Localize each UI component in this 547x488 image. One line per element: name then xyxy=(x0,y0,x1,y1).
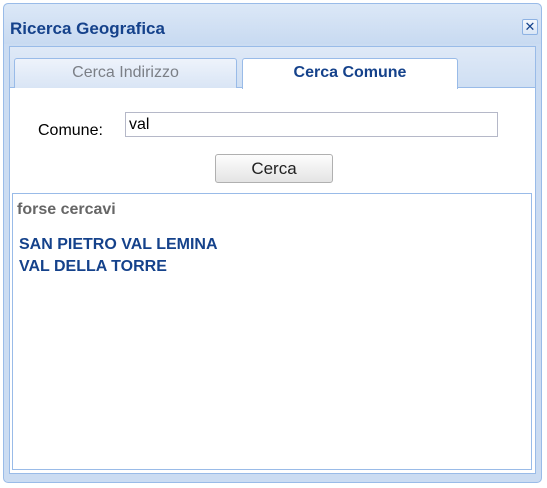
comune-label: Comune: xyxy=(38,122,103,139)
suggestion-list: SAN PIETRO VAL LEMINA VAL DELLA TORRE xyxy=(19,234,218,278)
results-box: forse cercavi SAN PIETRO VAL LEMINA VAL … xyxy=(12,193,532,470)
results-heading: forse cercavi xyxy=(17,201,116,218)
window-titlebar[interactable]: Ricerca Geografica ✕ xyxy=(4,4,541,44)
window-title: Ricerca Geografica xyxy=(10,19,165,38)
comune-input[interactable] xyxy=(125,112,498,137)
close-icon[interactable]: ✕ xyxy=(522,19,538,35)
tab-panel: Cerca Indirizzo Cerca Comune Comune: Cer… xyxy=(9,46,536,474)
geo-search-window: Ricerca Geografica ✕ Cerca Indirizzo Cer… xyxy=(3,3,542,483)
tab-strip: Cerca Indirizzo Cerca Comune xyxy=(10,47,535,89)
search-button[interactable]: Cerca xyxy=(215,154,333,183)
tab-cerca-indirizzo[interactable]: Cerca Indirizzo xyxy=(14,58,237,88)
suggestion-item[interactable]: SAN PIETRO VAL LEMINA xyxy=(19,234,218,256)
suggestion-item[interactable]: VAL DELLA TORRE xyxy=(19,256,218,278)
tab-cerca-comune[interactable]: Cerca Comune xyxy=(242,58,458,89)
